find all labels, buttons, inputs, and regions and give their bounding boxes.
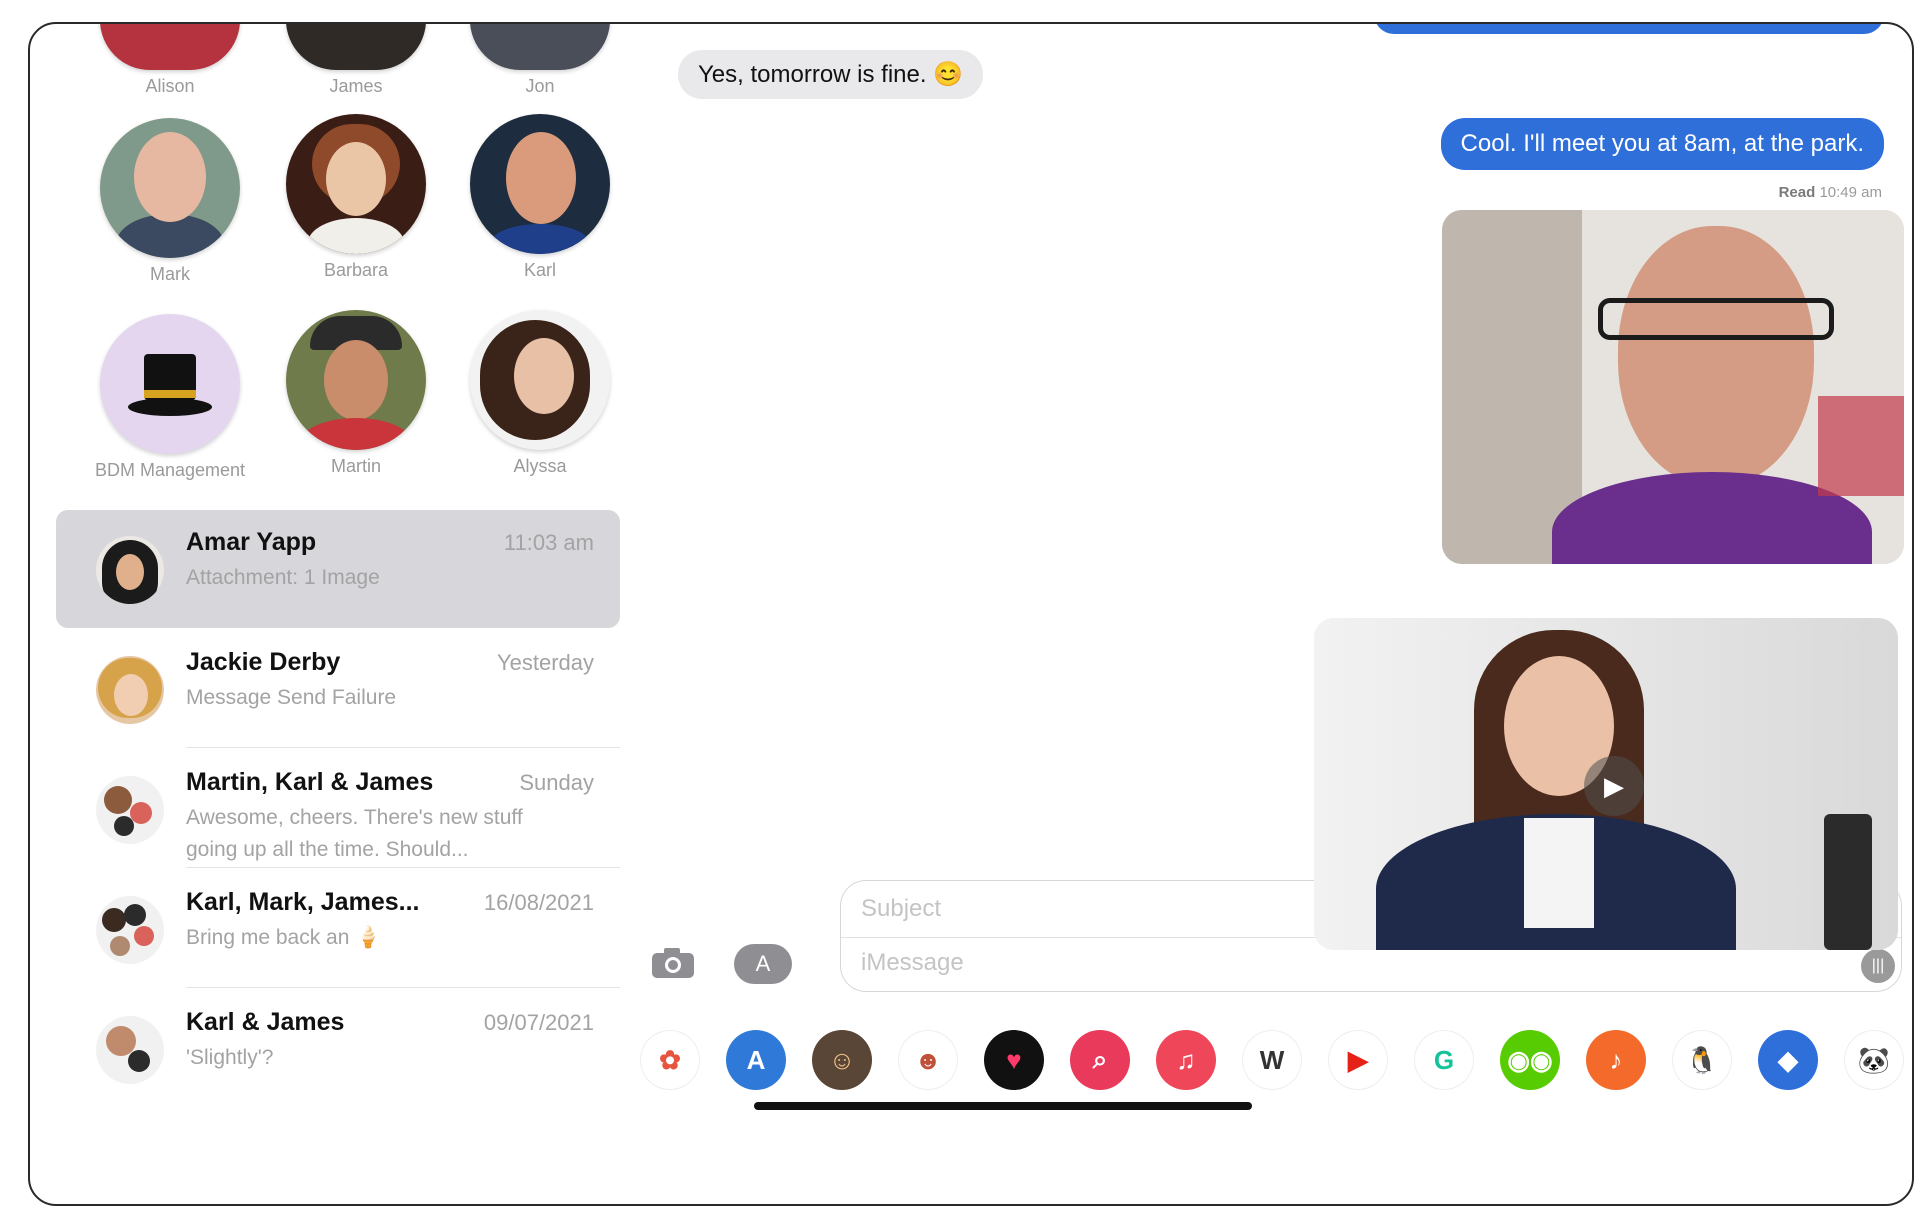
- previous-outgoing-bubble: [1374, 24, 1884, 34]
- incoming-message-bubble[interactable]: Yes, tomorrow is fine. 😊: [678, 50, 984, 99]
- conversation-time: Sunday: [519, 770, 594, 795]
- avatar: [470, 114, 610, 254]
- avatar: [100, 118, 240, 258]
- avatar: [96, 656, 164, 724]
- conversation-row-amar-yapp[interactable]: Amar Yapp 11:03 am Attachment: 1 Image: [56, 510, 620, 628]
- avatar: [470, 24, 610, 70]
- conversation-row-karl-james[interactable]: Karl & James 09/07/2021 'Slightly'?: [56, 990, 620, 1108]
- pinned-contact-name: James: [329, 76, 383, 96]
- read-receipt: Read 10:49 am: [1779, 184, 1882, 201]
- grammarly-icon[interactable]: G: [1414, 1030, 1474, 1090]
- digital-touch-icon[interactable]: ♥: [984, 1030, 1044, 1090]
- pinned-contact-james[interactable]: James: [266, 24, 446, 97]
- conversation-preview: Message Send Failure: [186, 686, 397, 709]
- waveform-icon: |||: [1871, 957, 1885, 974]
- divider: [186, 867, 620, 868]
- audio-message-button[interactable]: |||: [1861, 949, 1895, 983]
- app-drawer: ✿ A ☺ ☻ ♥ ⌕ ♫ W ▶ G ◉◉ ♪ 🐧 ◆ 🐼: [640, 1030, 1912, 1090]
- conversation-row-karl-mark-james[interactable]: Karl, Mark, James... 16/08/2021 Bring me…: [56, 870, 620, 988]
- pinned-contact-name: Barbara: [323, 260, 389, 280]
- conversation-name: Martin, Karl & James: [186, 768, 434, 796]
- avatar: [286, 24, 426, 70]
- conversation-name: Amar Yapp: [186, 528, 317, 556]
- divider: [186, 747, 620, 748]
- wikipedia-icon[interactable]: W: [1242, 1030, 1302, 1090]
- conversation-name: Jackie Derby: [186, 648, 341, 676]
- avatar: [286, 310, 426, 450]
- group-avatar: [96, 896, 164, 964]
- messages-window: Alison James Jon Mark Barbara Karl BDM M…: [28, 22, 1914, 1206]
- home-indicator: [754, 1102, 1252, 1110]
- video-attachment[interactable]: ▶: [1314, 618, 1898, 950]
- avatar: [96, 536, 164, 604]
- conversation-time: Yesterday: [496, 650, 594, 675]
- pinned-contact-barbara[interactable]: Barbara: [266, 114, 446, 281]
- conversation-time: 09/07/2021: [483, 1010, 594, 1035]
- conversation-row-jackie-derby[interactable]: Jackie Derby Yesterday Message Send Fail…: [56, 630, 620, 748]
- conversation-name: Karl, Mark, James...: [186, 888, 420, 916]
- pinned-contact-alyssa[interactable]: Alyssa: [450, 310, 630, 477]
- app-store-icon[interactable]: A: [726, 1030, 786, 1090]
- imessage-input[interactable]: iMessage: [861, 949, 964, 977]
- panda-sticker-icon[interactable]: 🐼: [1844, 1030, 1904, 1090]
- app-store-button[interactable]: A: [734, 944, 792, 984]
- conversation-time: 16/08/2021: [483, 890, 594, 915]
- group-avatar: [96, 776, 164, 844]
- pinned-contact-name: Alison: [145, 76, 195, 96]
- pinned-contact-bdm-management[interactable]: BDM Management: [80, 314, 260, 481]
- play-button[interactable]: ▶: [1584, 756, 1644, 816]
- pinned-contact-karl[interactable]: Karl: [450, 114, 630, 281]
- read-label: Read: [1778, 184, 1816, 201]
- pinned-contact-name: Mark: [150, 264, 190, 284]
- pinned-contact-jon[interactable]: Jon: [450, 24, 630, 97]
- conversation-preview: Attachment: 1 Image: [186, 566, 380, 589]
- pinned-contact-name: BDM Management: [94, 460, 246, 480]
- conversation-row-martin-karl-james[interactable]: Martin, Karl & James Sunday Awesome, che…: [56, 750, 620, 868]
- garageband-icon[interactable]: ♪: [1586, 1030, 1646, 1090]
- play-icon: ▶: [1604, 770, 1624, 801]
- pinned-contact-name: Karl: [523, 260, 556, 280]
- conversation-preview: Bring me back an 🍦: [186, 926, 382, 949]
- images-search-icon[interactable]: ⌕: [1070, 1030, 1130, 1090]
- conversation-preview: 'Slightly'?: [186, 1046, 274, 1069]
- pinned-contact-martin[interactable]: Martin: [266, 310, 446, 477]
- read-time: 10:49 am: [1819, 184, 1882, 201]
- pinned-contact-name: Martin: [330, 456, 381, 476]
- duolingo-icon[interactable]: ◉◉: [1500, 1030, 1560, 1090]
- photo-attachment[interactable]: [1442, 210, 1904, 564]
- pinned-contact-alison[interactable]: Alison: [80, 24, 260, 97]
- photos-app-icon[interactable]: ✿: [640, 1030, 700, 1090]
- conversation-time: 11:03 am: [503, 530, 594, 555]
- youtube-icon[interactable]: ▶: [1328, 1030, 1388, 1090]
- conversation-name: Karl & James: [186, 1008, 345, 1036]
- avatar: [470, 310, 610, 450]
- pinned-contact-mark[interactable]: Mark: [80, 118, 260, 285]
- avatar: [286, 114, 426, 254]
- avatar: [100, 24, 240, 70]
- chat-pane: Yes, tomorrow is fine. 😊 Cool. I'll meet…: [620, 24, 1912, 1204]
- divider: [186, 987, 620, 988]
- avatar: [100, 314, 240, 454]
- app-store-icon: A: [755, 951, 771, 976]
- dropbox-icon[interactable]: ◆: [1758, 1030, 1818, 1090]
- camera-icon: [652, 948, 694, 978]
- pinned-contact-name: Alyssa: [513, 456, 567, 476]
- camera-button[interactable]: [650, 946, 696, 980]
- subject-field[interactable]: Subject: [861, 895, 941, 923]
- music-app-icon[interactable]: ♫: [1156, 1030, 1216, 1090]
- conversation-preview: Awesome, cheers. There's new stuff going…: [186, 806, 523, 861]
- outgoing-message-bubble[interactable]: Cool. I'll meet you at 8am, at the park.: [1440, 118, 1884, 170]
- penguin-sticker-icon[interactable]: 🐧: [1672, 1030, 1732, 1090]
- pinned-contact-name: Jon: [525, 76, 555, 96]
- sidebar: Alison James Jon Mark Barbara Karl BDM M…: [30, 24, 620, 1204]
- memoji-stickers-icon[interactable]: ☻: [898, 1030, 958, 1090]
- memoji-icon[interactable]: ☺: [812, 1030, 872, 1090]
- group-avatar: [96, 1016, 164, 1084]
